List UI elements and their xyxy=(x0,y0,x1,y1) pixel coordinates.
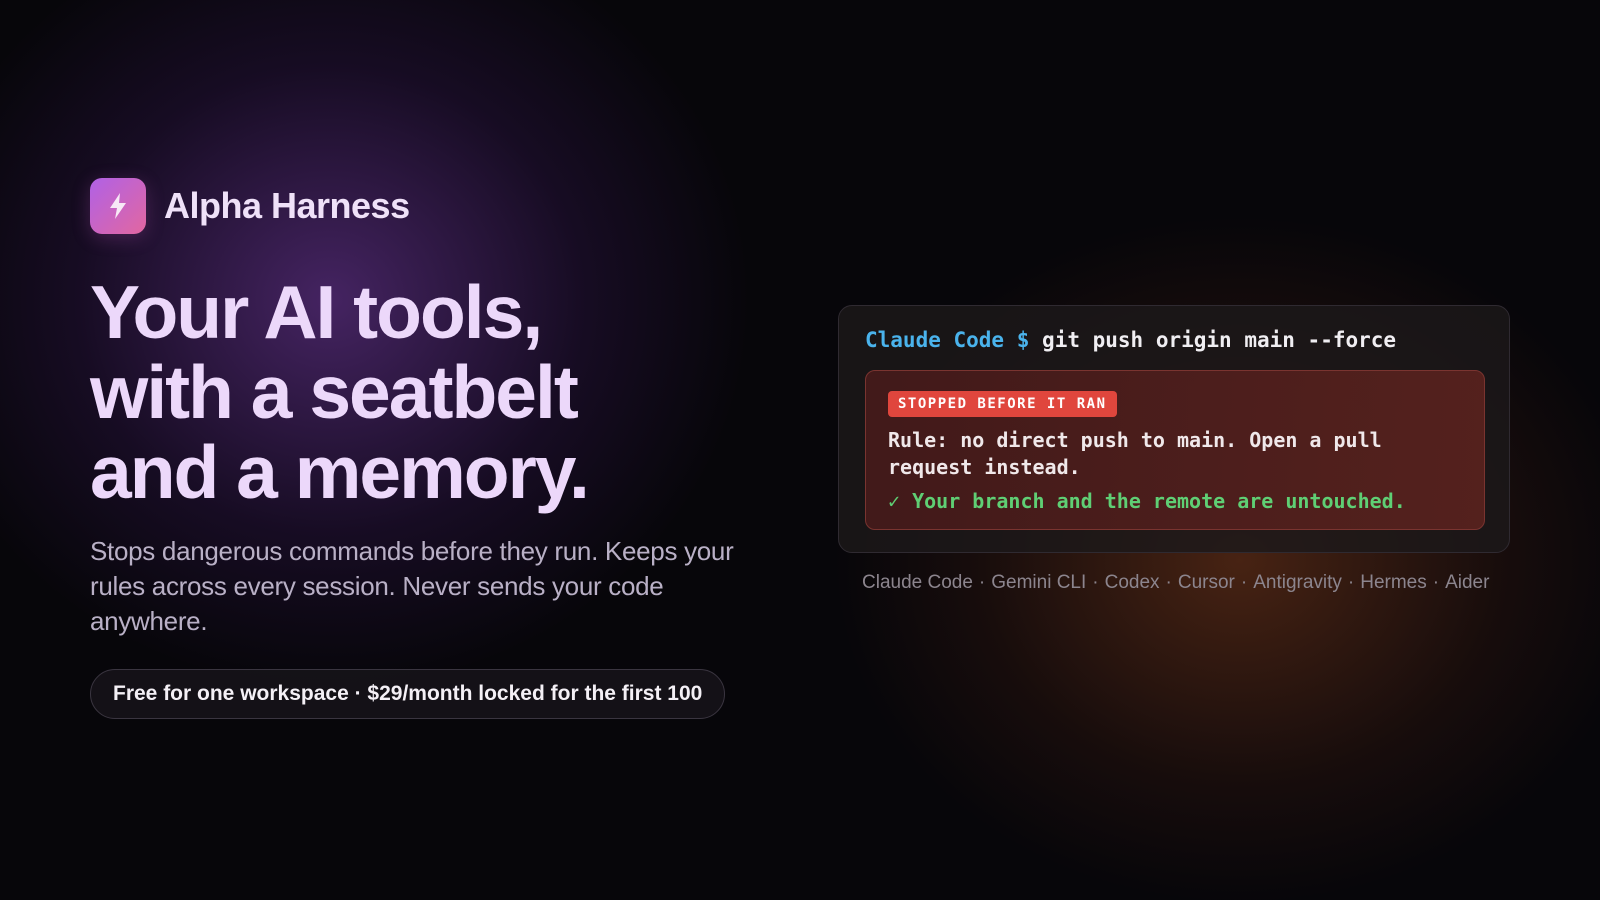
tool-separator: · xyxy=(1165,572,1172,593)
tool-separator: · xyxy=(1092,572,1099,593)
terminal-command: git push origin main --force xyxy=(1042,328,1397,352)
tool-separator: · xyxy=(1432,572,1440,593)
terminal-command-line: Claude Code $ git push origin main --for… xyxy=(865,328,1483,352)
brand-name: Alpha Harness xyxy=(164,185,410,226)
supported-tool-item: Cursor xyxy=(1177,572,1235,593)
supported-tool-item: Aider xyxy=(1445,572,1490,593)
tool-separator: · xyxy=(978,572,986,593)
tool-separator: · xyxy=(1347,572,1355,593)
headline-line: Your AI tools, xyxy=(90,270,543,354)
supported-tool-item: Gemini CLI xyxy=(991,572,1087,593)
supported-tool-item: Hermes xyxy=(1360,572,1427,593)
rule-message: Rule: no direct push to main. Open a pul… xyxy=(888,428,1382,479)
pricing-pill[interactable]: Free for one workspace · $29/month locke… xyxy=(90,669,726,719)
headline-line: with a seatbelt xyxy=(90,350,579,434)
terminal-prompt: $ xyxy=(1016,328,1030,352)
headline: Your AI tools, with a seatbelt and a mem… xyxy=(90,272,790,512)
subtitle: Stops dangerous commands before they run… xyxy=(90,536,734,636)
terminal-window: Claude Code $ git push origin main --for… xyxy=(838,305,1510,553)
success-message: ✓ Your branch and the remote are untouch… xyxy=(888,489,1406,513)
supported-tool-item: Claude Code xyxy=(862,572,973,593)
supported-tool-item: Antigravity xyxy=(1253,572,1342,593)
supported-tools-list: Claude Code · Gemini CLI · Codex · Cursor · Anti… xyxy=(862,572,1489,594)
terminal-agent-name: Claude Code xyxy=(865,328,1005,352)
lightning-bolt-icon xyxy=(90,178,146,234)
supported-tool-item: Codex xyxy=(1104,572,1160,593)
headline-line: and a memory. xyxy=(90,430,590,514)
tool-separator: · xyxy=(1240,572,1248,593)
blocked-command-alert: STOPPED BEFORE IT RAN Rule: no direct pu… xyxy=(865,370,1485,530)
stopped-badge: STOPPED BEFORE IT RAN xyxy=(888,391,1117,417)
hero-section: Alpha Harness Your AI tools, with a seat… xyxy=(90,178,790,719)
brand[interactable]: Alpha Harness xyxy=(90,178,790,234)
